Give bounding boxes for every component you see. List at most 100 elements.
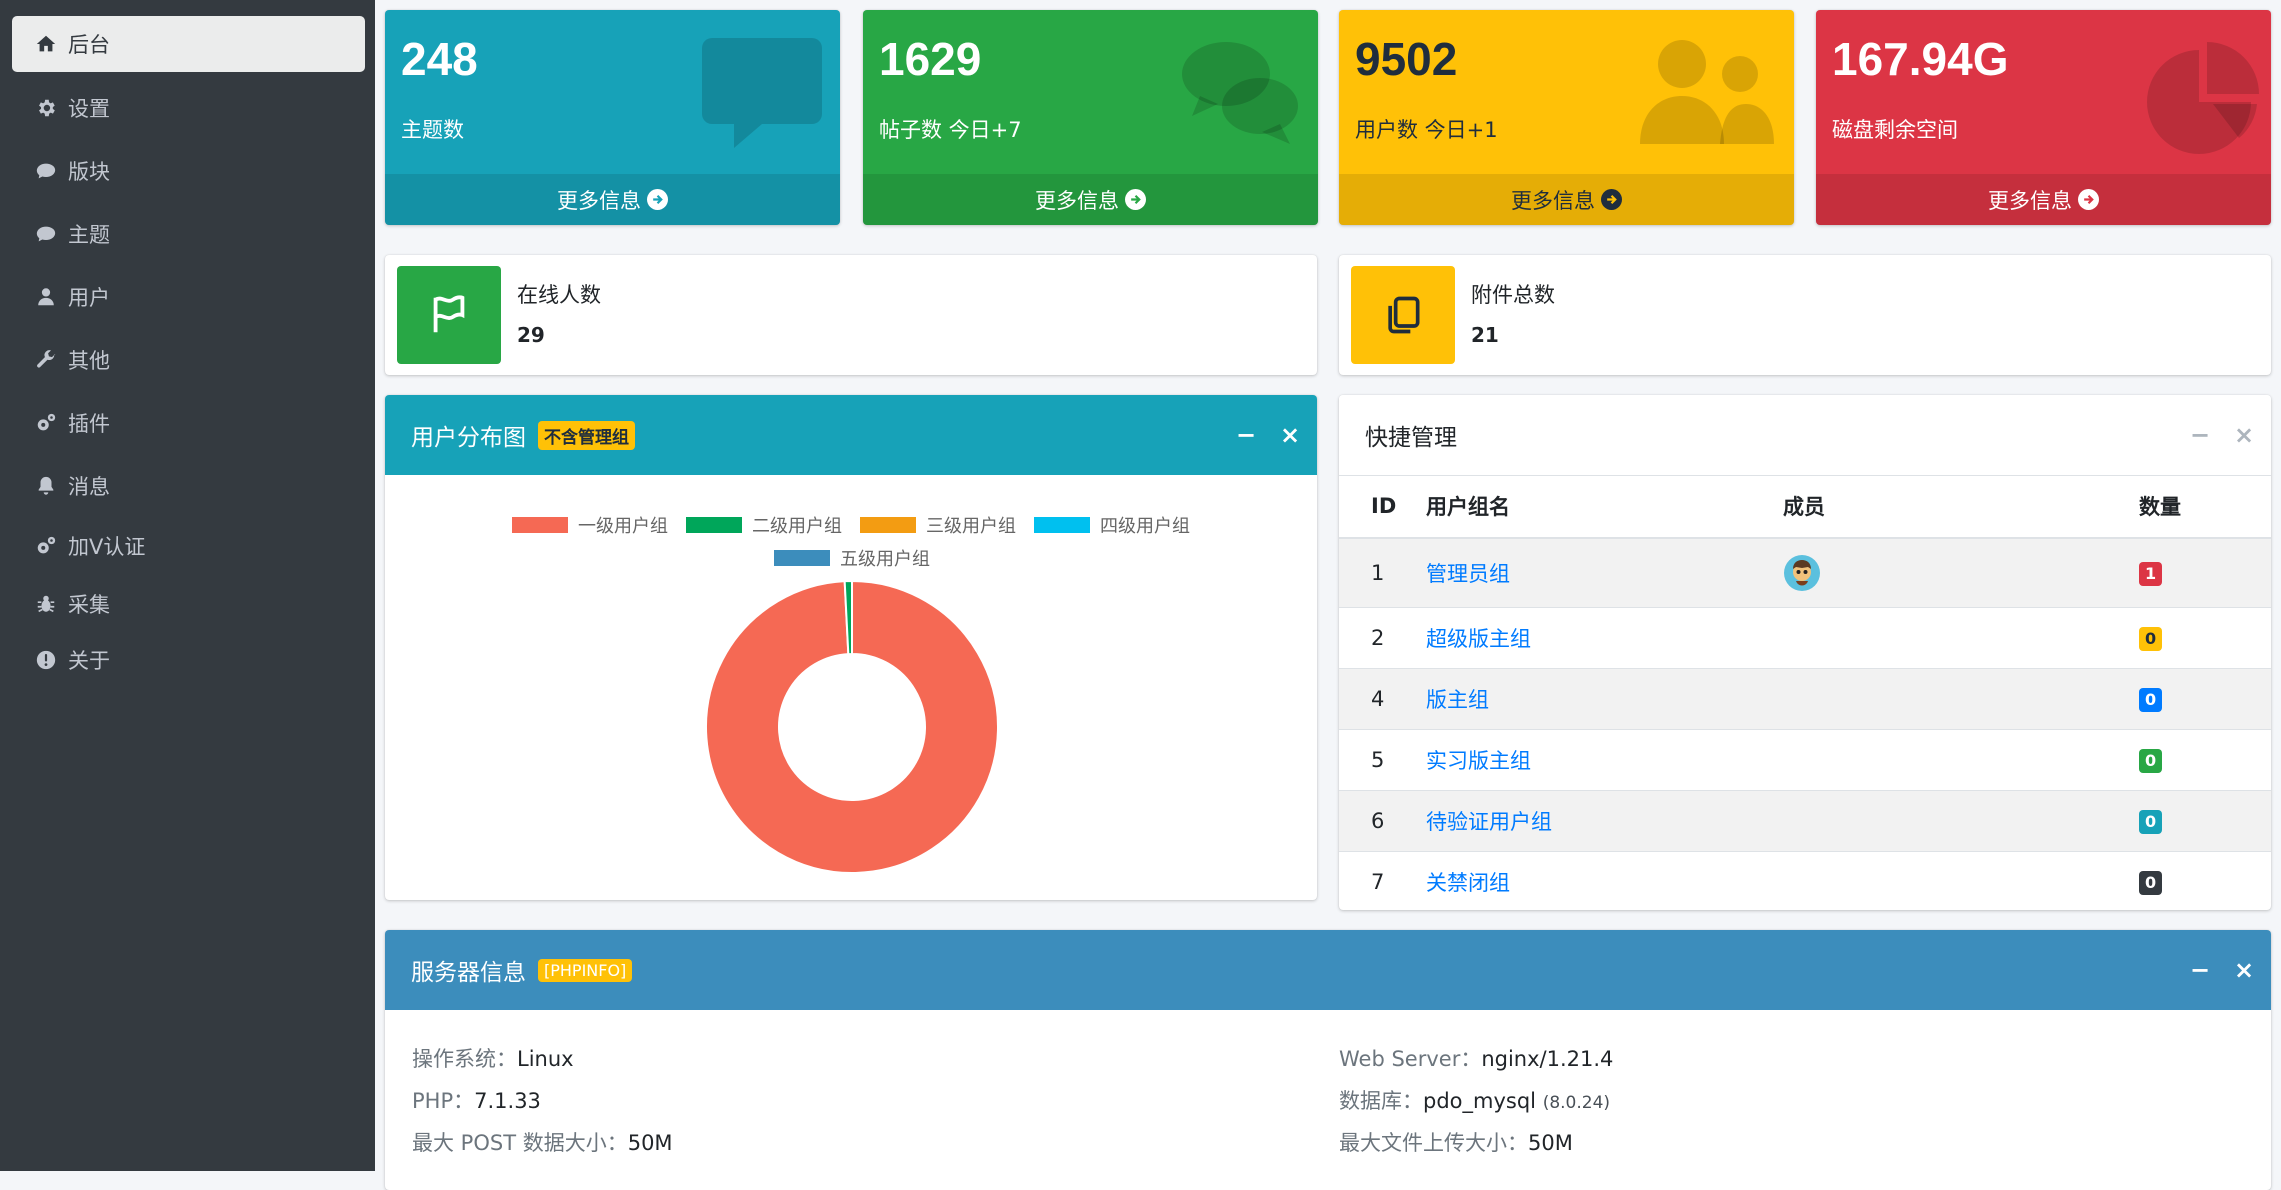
sidebar-item-verify[interactable]: 加V认证 — [12, 518, 365, 574]
members-cell — [1782, 851, 2138, 910]
legend-item[interactable]: 四级用户组 — [1034, 512, 1190, 538]
copy-icon — [1351, 266, 1455, 364]
sidebar-item-collect[interactable]: 采集 — [12, 576, 365, 632]
members-cell — [1782, 668, 2138, 730]
members-cell — [1782, 790, 2138, 852]
stat-box-posts: 1629 帖子数 今日+7 更多信息 — [863, 10, 1318, 225]
sidebar-item-settings[interactable]: 设置 — [12, 80, 365, 136]
info-key: Web Server： — [1339, 1047, 1482, 1071]
server-info-card: 服务器信息 [PHPINFO] − × 操作系统：Linux PHP：7.1.3… — [385, 930, 2271, 1190]
server-os-row: 操作系统：Linux — [412, 1043, 574, 1073]
count-badge: 0 — [2139, 810, 2163, 834]
comment-icon — [32, 157, 60, 185]
info-value: 50M — [627, 1131, 673, 1155]
members-cell — [1782, 607, 2138, 669]
close-button[interactable]: × — [1280, 423, 1300, 447]
table-row: 6 待验证用户组 0 — [1339, 790, 2271, 852]
sidebar-item-label: 采集 — [68, 593, 110, 617]
sidebar-item-forums[interactable]: 版块 — [12, 143, 365, 199]
info-value: pdo_mysql — [1423, 1089, 1536, 1113]
legend-item[interactable]: 二级用户组 — [686, 512, 842, 538]
sidebar-item-about[interactable]: 关于 — [12, 632, 365, 688]
close-button[interactable]: × — [2234, 423, 2254, 447]
server-upload-size-row: 最大文件上传大小：50M — [1339, 1127, 1573, 1157]
group-name-link[interactable]: 关禁闭组 — [1426, 871, 1510, 895]
close-button[interactable]: × — [2234, 958, 2254, 982]
group-name-link[interactable]: 待验证用户组 — [1426, 810, 1552, 834]
column-header: ID — [1339, 475, 1425, 539]
legend-item[interactable]: 一级用户组 — [512, 512, 668, 538]
more-info-link[interactable]: 更多信息 — [385, 174, 840, 225]
more-info-label: 更多信息 — [557, 188, 641, 213]
table-header-row: ID 用户组名 成员 数量 — [1339, 475, 2271, 539]
legend-item[interactable]: 三级用户组 — [860, 512, 1016, 538]
info-value: 7.1.33 — [474, 1089, 541, 1113]
legend-item[interactable]: 五级用户组 — [774, 545, 930, 571]
phpinfo-link[interactable]: [PHPINFO] — [538, 958, 633, 982]
card-tools: − × — [1236, 395, 1300, 475]
avatar[interactable] — [1783, 554, 1821, 592]
row-id: 7 — [1339, 851, 1425, 910]
group-name-link[interactable]: 管理员组 — [1426, 562, 1510, 586]
sidebar-item-label: 消息 — [68, 475, 110, 499]
sidebar-item-messages[interactable]: 消息 — [12, 458, 365, 514]
info-value: 21 — [1471, 323, 1499, 347]
group-name-link[interactable]: 超级版主组 — [1426, 627, 1531, 651]
minimize-button[interactable]: − — [1236, 423, 1256, 447]
sidebar-item-label: 设置 — [68, 97, 110, 121]
sidebar-item-label: 插件 — [68, 412, 110, 436]
more-info-label: 更多信息 — [1511, 188, 1595, 213]
more-info-link[interactable]: 更多信息 — [1816, 174, 2271, 225]
table-row: 5 实习版主组 0 — [1339, 729, 2271, 791]
stat-value: 1629 — [879, 33, 982, 85]
sidebar-item-label: 用户 — [68, 286, 110, 310]
sidebar-item-label: 版块 — [68, 160, 110, 184]
server-database-row: 数据库：pdo_mysql (8.0.24) — [1339, 1085, 1610, 1115]
minimize-button[interactable]: − — [2190, 423, 2210, 447]
count-cell: 0 — [2138, 668, 2271, 730]
table-row: 1 管理员组 1 — [1339, 537, 2271, 608]
count-badge: 1 — [2139, 561, 2163, 586]
more-info-link[interactable]: 更多信息 — [863, 174, 1318, 225]
card-header: 服务器信息 [PHPINFO] — [385, 930, 2271, 1010]
stat-value: 167.94G — [1832, 33, 2009, 85]
card-tools: − × — [2190, 395, 2254, 475]
stat-value: 248 — [401, 33, 478, 85]
info-label: 在线人数 — [517, 283, 601, 307]
sidebar-item-dashboard[interactable]: 后台 — [12, 16, 365, 72]
stat-box-threads: 248 主题数 更多信息 — [385, 10, 840, 225]
info-value: nginx/1.21.4 — [1481, 1047, 1614, 1071]
row-id: 4 — [1339, 668, 1425, 730]
card-badge: 不含管理组 — [538, 420, 635, 450]
row-id: 6 — [1339, 790, 1425, 852]
sidebar-item-plugins[interactable]: 插件 — [12, 395, 365, 451]
more-info-link[interactable]: 更多信息 — [1339, 174, 1794, 225]
table-row: 7 关禁闭组 0 — [1339, 851, 2271, 910]
members-cell — [1782, 537, 2138, 608]
stat-value: 9502 — [1355, 33, 1458, 85]
group-name-link[interactable]: 版主组 — [1426, 688, 1489, 712]
sidebar-item-other[interactable]: 其他 — [12, 332, 365, 388]
card-title: 快捷管理 — [1365, 425, 1457, 451]
user-group-table: ID 用户组名 成员 数量 1 管理员组 1 2 超级版主组 0 4 版主组 0… — [1339, 475, 2271, 910]
sidebar-item-label: 后台 — [68, 33, 110, 57]
group-name-link[interactable]: 实习版主组 — [1426, 749, 1531, 773]
comment-icon — [32, 220, 60, 248]
exclamation-circle-icon — [32, 646, 60, 674]
info-key: 操作系统： — [412, 1047, 517, 1071]
gears-icon — [32, 532, 60, 560]
bell-icon — [32, 472, 60, 500]
minimize-button[interactable]: − — [2190, 958, 2210, 982]
user-icon — [32, 283, 60, 311]
legend-swatch — [1034, 517, 1090, 533]
legend-swatch — [774, 550, 830, 566]
stat-label: 用户数 今日+1 — [1355, 118, 1498, 142]
column-header: 用户组名 — [1425, 475, 1782, 539]
sidebar-item-threads[interactable]: 主题 — [12, 206, 365, 262]
table-row: 2 超级版主组 0 — [1339, 607, 2271, 669]
count-badge: 0 — [2139, 688, 2163, 712]
speech-bubble-icon — [702, 38, 822, 148]
sidebar-item-users[interactable]: 用户 — [12, 269, 365, 325]
arrow-circle-right-icon — [2078, 189, 2099, 210]
info-key: PHP： — [412, 1089, 475, 1113]
